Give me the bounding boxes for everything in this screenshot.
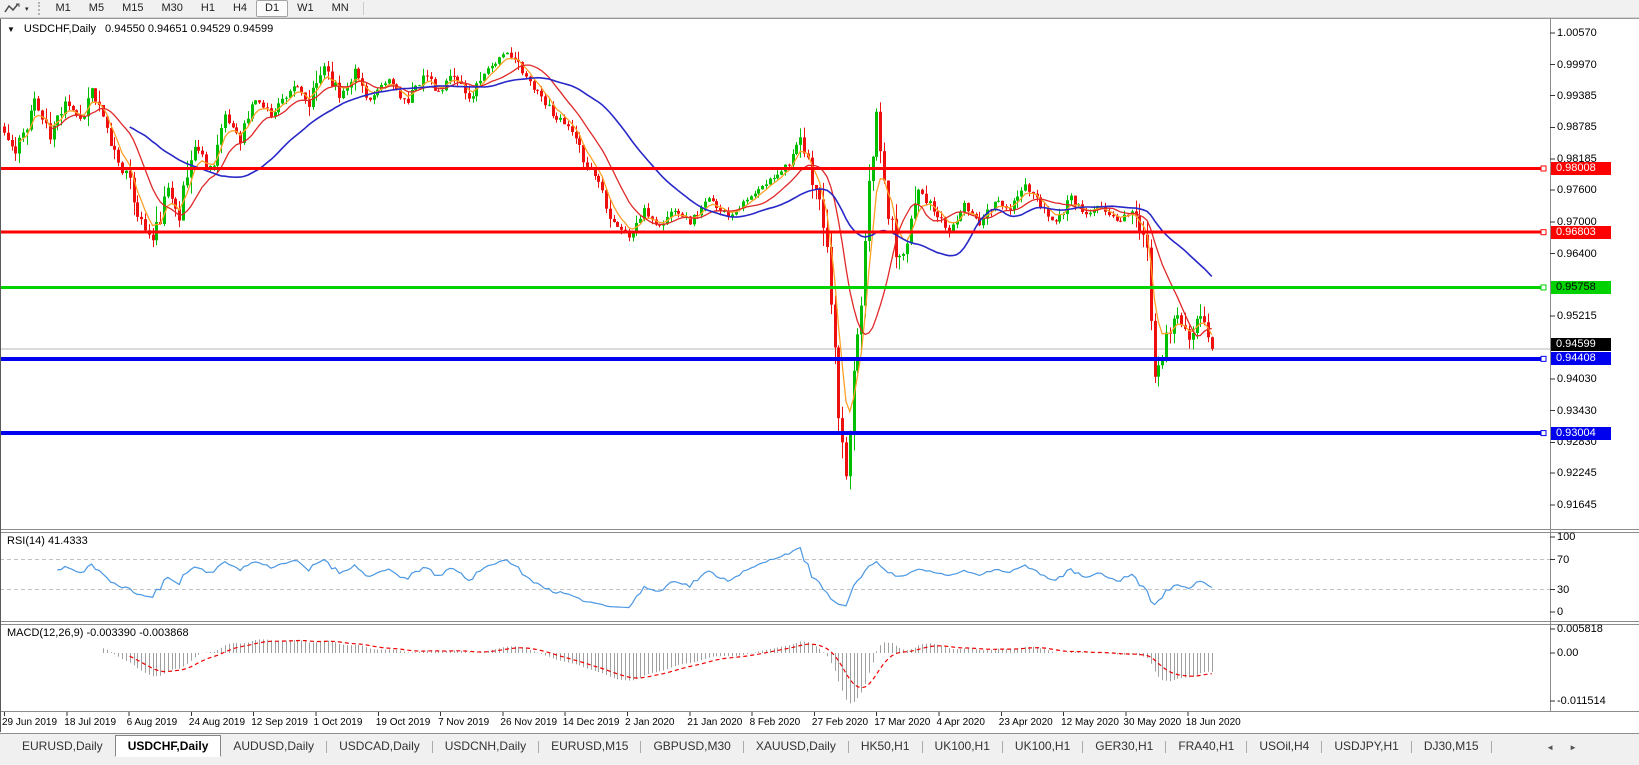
chart-tab-usdjpy-h1[interactable]: USDJPY,H1 — [1322, 736, 1410, 757]
chart-tab-usdcad-daily[interactable]: USDCAD,Daily — [327, 736, 432, 757]
chart-tab-usdcnh-daily[interactable]: USDCNH,Daily — [433, 736, 538, 757]
x-axis-date-label: 6 Aug 2019 — [126, 717, 178, 728]
x-axis-date-label: 4 Apr 2020 — [936, 717, 985, 728]
chart-tab-bar: EURUSD,Daily USDCHF,Daily AUDUSD,Daily USDC… — [0, 733, 1639, 765]
chart-tab-xauusd-daily[interactable]: XAUUSD,Daily — [744, 736, 848, 757]
price-flag: 0.96803 — [1551, 225, 1611, 239]
tab-nav: ◄ ► — [1546, 743, 1577, 752]
mt4-window: ▾ M1 M5 M15 M30 H1 H4 D1 W1 MN ▼ USDCHF,Daily 0.… — [0, 0, 1639, 765]
rsi-axis-label: 30 — [1557, 583, 1570, 596]
chart-tab-dj30-m15[interactable]: DJ30,M15 — [1412, 736, 1491, 757]
chart-tab-eurusd-daily[interactable]: EURUSD,Daily — [10, 736, 115, 757]
y-axis-label: 0.99385 — [1557, 89, 1597, 102]
chart-tab-uk100-h1[interactable]: UK100,H1 — [1003, 736, 1082, 757]
toolbar-grip[interactable] — [37, 2, 40, 15]
chart-tab-usoil-h4[interactable]: USOil,H4 — [1247, 736, 1321, 757]
x-axis-date-label: 29 Jun 2019 — [2, 717, 58, 728]
timeframe-button-mn[interactable]: MN — [323, 0, 358, 17]
y-axis-label: 0.94030 — [1557, 372, 1597, 385]
y-axis-label: 0.91645 — [1557, 498, 1597, 511]
timeframe-button-m15[interactable]: M15 — [113, 0, 152, 17]
x-axis-date-label: 18 Jun 2020 — [1185, 717, 1241, 728]
rsi-axis-label: 100 — [1557, 531, 1576, 543]
x-axis-date-label: 2 Jan 2020 — [625, 717, 675, 728]
tab-separator — [1490, 741, 1492, 753]
timeframe-button-m1[interactable]: M1 — [47, 0, 80, 17]
timeframe-button-m30[interactable]: M30 — [152, 0, 191, 17]
current-price-flag: 0.94599 — [1551, 337, 1611, 351]
x-axis-date-label: 26 Nov 2019 — [500, 717, 558, 728]
rsi-axis-label: 0 — [1557, 606, 1564, 618]
chart-tab-usdchf-daily[interactable]: USDCHF,Daily — [114, 735, 222, 757]
chart-tab-gbpusd-m30[interactable]: GBPUSD,M30 — [641, 736, 742, 757]
toolbar-separator — [362, 2, 364, 15]
x-axis-date-label: 12 May 2020 — [1061, 717, 1119, 728]
collapse-chart-icon[interactable]: ▼ — [7, 25, 15, 34]
y-axis-label: 0.97600 — [1557, 184, 1597, 197]
x-axis-date-label: 1 Oct 2019 — [313, 717, 363, 728]
x-axis-date-label: 24 Aug 2019 — [188, 717, 246, 728]
timeframe-button-m5[interactable]: M5 — [80, 0, 113, 17]
chart-window: ▼ USDCHF,Daily 0.94550 0.94651 0.94529 0… — [0, 18, 1639, 733]
x-axis-date-label: 12 Sep 2019 — [251, 717, 308, 728]
chart-tab-ger30-h1[interactable]: GER30,H1 — [1083, 736, 1165, 757]
price-flag: 0.94408 — [1551, 352, 1611, 366]
y-axis-label: 0.92245 — [1557, 467, 1597, 480]
price-flag: 0.93004 — [1551, 426, 1611, 440]
y-axis-label: 1.00570 — [1557, 27, 1597, 39]
y-axis-label: 0.99970 — [1557, 58, 1597, 71]
chart-tab-eurusd-m15[interactable]: EURUSD,M15 — [539, 736, 640, 757]
macd-axis-label: 0.00 — [1557, 647, 1579, 659]
chart-tab-hk50-h1[interactable]: HK50,H1 — [849, 736, 922, 757]
x-axis-date-label: 30 May 2020 — [1123, 717, 1182, 728]
timeframe-button-d1[interactable]: D1 — [256, 0, 289, 17]
y-axis-label: 0.95215 — [1557, 310, 1597, 323]
y-axis-label: 0.93430 — [1557, 404, 1597, 417]
zigzag-indicator-icon — [4, 3, 20, 13]
chart-tab-audusd-daily[interactable]: AUDUSD,Daily — [221, 736, 326, 757]
tab-scroll-right-icon[interactable]: ► — [1569, 743, 1577, 752]
chart-title: ▼ USDCHF,Daily 0.94550 0.94651 0.94529 0… — [7, 23, 273, 35]
timeframe-button-w1[interactable]: W1 — [288, 0, 323, 17]
timeframe-button-h1[interactable]: H1 — [192, 0, 224, 17]
macd-indicator-label: MACD(12,26,9) -0.003390 -0.003868 — [7, 627, 189, 639]
x-axis-date-label: 17 Mar 2020 — [874, 717, 931, 728]
chart-ohlc-values: 0.94550 0.94651 0.94529 0.94599 — [105, 23, 274, 35]
x-axis-date-label: 7 Nov 2019 — [438, 717, 490, 728]
x-axis-date-label: 18 Jul 2019 — [64, 717, 117, 728]
macd-axis-label: 0.005818 — [1557, 622, 1603, 635]
x-axis-date-label: 27 Feb 2020 — [811, 717, 869, 728]
price-flag: 0.98008 — [1551, 161, 1611, 175]
chevron-down-icon: ▾ — [25, 5, 29, 13]
chart-symbol-label: USDCHF,Daily — [23, 23, 97, 35]
x-axis-date-label: 14 Dec 2019 — [562, 717, 620, 728]
price-chart-canvas[interactable] — [0, 18, 1639, 733]
x-axis-date-label: 23 Apr 2020 — [998, 717, 1053, 728]
y-axis-label: 0.96400 — [1557, 247, 1597, 260]
x-axis-date-label: 8 Feb 2020 — [749, 717, 801, 728]
toolbar: ▾ M1 M5 M15 M30 H1 H4 D1 W1 MN — [0, 0, 1639, 18]
tab-scroll-left-icon[interactable]: ◄ — [1546, 743, 1554, 752]
macd-axis-label: -0.011514 — [1557, 694, 1606, 707]
rsi-indicator-label: RSI(14) 41.4333 — [7, 535, 88, 547]
chart-tab-uk100-h1[interactable]: UK100,H1 — [923, 736, 1002, 757]
timeframe-button-h4[interactable]: H4 — [224, 0, 256, 17]
timeframe-toolbar: M1 M5 M15 M30 H1 H4 D1 W1 MN — [47, 0, 369, 17]
price-flag: 0.95758 — [1551, 280, 1611, 294]
x-axis-date-label: 19 Oct 2019 — [375, 717, 431, 728]
indicator-tool-button[interactable]: ▾ — [0, 0, 33, 17]
rsi-axis-label: 70 — [1557, 553, 1570, 566]
y-axis-label: 0.98785 — [1557, 121, 1597, 134]
x-axis-date-label: 21 Jan 2020 — [687, 717, 743, 728]
chart-tab-fra40-h1[interactable]: FRA40,H1 — [1166, 736, 1246, 757]
